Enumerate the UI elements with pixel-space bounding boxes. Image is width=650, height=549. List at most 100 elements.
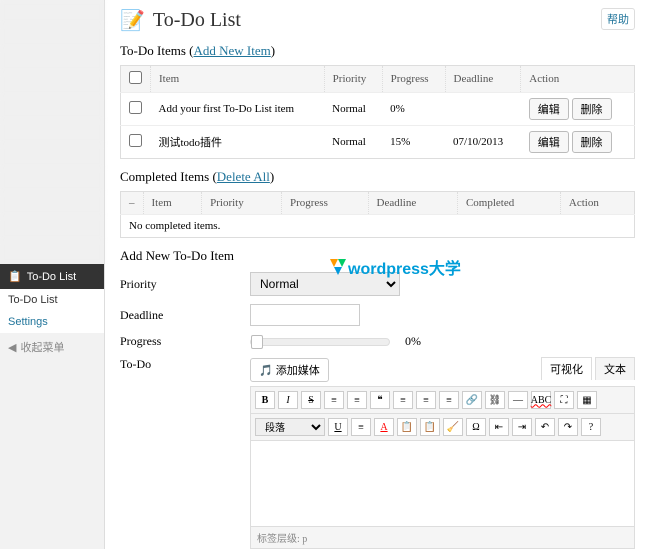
align-right-button[interactable]: ≡	[439, 391, 459, 409]
unlink-button[interactable]: ⛓	[485, 391, 505, 409]
table-header-row: Item Priority Progress Deadline Action	[121, 66, 635, 93]
redo-button[interactable]: ↷	[558, 418, 578, 436]
col-item: Item	[143, 192, 202, 215]
table-row: Add your first To-Do List item Normal 0%…	[121, 93, 635, 126]
completed-items-table: – Item Priority Progress Deadline Comple…	[120, 191, 635, 238]
toggle-toolbar-button[interactable]: ▦	[577, 391, 597, 409]
spellcheck-button[interactable]: ABC	[531, 391, 551, 409]
underline-button[interactable]: U	[328, 418, 348, 436]
clear-format-button[interactable]: 🧹	[443, 418, 463, 436]
completed-items-heading: Completed Items (Delete All)	[120, 169, 635, 185]
col-progress: Progress	[281, 192, 368, 215]
notepad-icon: 📝	[120, 8, 145, 33]
row-checkbox[interactable]	[129, 101, 142, 114]
cell-item: Add your first To-Do List item	[151, 93, 325, 126]
sidebar-item-blur[interactable]	[0, 240, 104, 264]
col-action: Action	[521, 66, 635, 93]
sidebar-collapse[interactable]: ◀ 收起菜单	[0, 333, 104, 361]
sidebar-item-blur[interactable]	[0, 192, 104, 216]
progress-label: Progress	[120, 334, 250, 349]
cell-progress: 15%	[382, 126, 445, 159]
link-button[interactable]: 🔗	[462, 391, 482, 409]
progress-value: 0%	[405, 334, 421, 349]
outdent-button[interactable]: ⇤	[489, 418, 509, 436]
delete-button[interactable]: 删除	[572, 131, 612, 153]
help-button[interactable]: 帮助	[601, 8, 635, 30]
collapse-icon: ◀	[8, 341, 16, 354]
sidebar-item-blur[interactable]	[0, 48, 104, 72]
sidebar-sub-todolist[interactable]: To-Do List	[0, 289, 104, 311]
col-deadline[interactable]: Deadline	[445, 66, 521, 93]
sidebar-item-blur[interactable]	[0, 72, 104, 96]
page-title: 📝 To-Do List	[120, 8, 601, 33]
undo-button[interactable]: ↶	[535, 418, 555, 436]
justify-button[interactable]: ≡	[351, 418, 371, 436]
collapse-label: 收起菜单	[20, 339, 64, 355]
slider-handle[interactable]	[251, 335, 263, 349]
tab-text[interactable]: 文本	[595, 357, 635, 380]
cell-progress: 0%	[382, 93, 445, 126]
todo-items-heading: To-Do Items (Add New Item)	[120, 43, 635, 59]
paste-word-button[interactable]: 📋	[420, 418, 440, 436]
deadline-label: Deadline	[120, 308, 250, 323]
align-center-button[interactable]: ≡	[416, 391, 436, 409]
delete-all-link[interactable]: Delete All	[217, 169, 270, 184]
progress-slider[interactable]	[250, 338, 390, 346]
sidebar-item-blur[interactable]	[0, 120, 104, 144]
sidebar-sub-settings[interactable]: Settings	[0, 311, 104, 333]
align-left-button[interactable]: ≡	[393, 391, 413, 409]
ul-button[interactable]: ≡	[324, 391, 344, 409]
edit-button[interactable]: 编辑	[529, 131, 569, 153]
sidebar-item-blur[interactable]	[0, 24, 104, 48]
ol-button[interactable]: ≡	[347, 391, 367, 409]
help-icon-button[interactable]: ?	[581, 418, 601, 436]
table-header-row: – Item Priority Progress Deadline Comple…	[121, 192, 635, 215]
more-button[interactable]: —	[508, 391, 528, 409]
editor-status: 标签层级: p	[251, 526, 634, 548]
row-checkbox[interactable]	[129, 134, 142, 147]
fullscreen-button[interactable]: ⛶	[554, 391, 574, 409]
priority-select[interactable]: Normal	[250, 272, 400, 296]
priority-label: Priority	[120, 277, 250, 292]
editor-body[interactable]	[251, 441, 634, 526]
format-select[interactable]: 段落	[255, 418, 325, 436]
col-progress[interactable]: Progress	[382, 66, 445, 93]
cell-priority: Normal	[324, 126, 382, 159]
textcolor-button[interactable]: A	[374, 418, 394, 436]
paste-text-button[interactable]: 📋	[397, 418, 417, 436]
editor-toolbar: B I S ≡ ≡ ❝ ≡ ≡ ≡ 🔗 ⛓ — ABC ⛶ ▦	[251, 387, 634, 414]
sidebar-active-label: To-Do List	[27, 271, 77, 283]
sidebar-item-blur[interactable]	[0, 144, 104, 168]
sidebar-item-blur[interactable]	[0, 96, 104, 120]
col-priority[interactable]: Priority	[324, 66, 382, 93]
quote-button[interactable]: ❝	[370, 391, 390, 409]
italic-button[interactable]: I	[278, 391, 298, 409]
select-all-checkbox[interactable]	[129, 71, 142, 84]
todo-items-table: Item Priority Progress Deadline Action A…	[120, 65, 635, 159]
strike-button[interactable]: S	[301, 391, 321, 409]
bold-button[interactable]: B	[255, 391, 275, 409]
no-completed-text: No completed items.	[121, 215, 635, 238]
col-item[interactable]: Item	[151, 66, 325, 93]
admin-sidebar: 📋 To-Do List To-Do List Settings ◀ 收起菜单	[0, 0, 105, 549]
col-action: Action	[560, 192, 634, 215]
delete-button[interactable]: 删除	[572, 98, 612, 120]
tab-visual[interactable]: 可视化	[541, 357, 592, 380]
sidebar-item-todo-active[interactable]: 📋 To-Do List	[0, 264, 104, 289]
charmap-button[interactable]: Ω	[466, 418, 486, 436]
edit-button[interactable]: 编辑	[529, 98, 569, 120]
cell-deadline	[445, 93, 521, 126]
add-media-button[interactable]: 🎵 添加媒体	[250, 358, 329, 382]
cell-item: 测试todo插件	[151, 126, 325, 159]
add-new-item-link[interactable]: Add New Item	[193, 43, 270, 58]
deadline-input[interactable]	[250, 304, 360, 326]
sidebar-item-blur[interactable]	[0, 168, 104, 192]
main-content: 帮助 📝 To-Do List To-Do Items (Add New Ite…	[105, 0, 650, 549]
table-row: 测试todo插件 Normal 15% 07/10/2013 编辑 删除	[121, 126, 635, 159]
indent-button[interactable]: ⇥	[512, 418, 532, 436]
rich-editor: B I S ≡ ≡ ❝ ≡ ≡ ≡ 🔗 ⛓ — ABC ⛶ ▦	[250, 386, 635, 549]
todo-label: To-Do	[120, 357, 250, 372]
sidebar-item-blur[interactable]	[0, 216, 104, 240]
cell-priority: Normal	[324, 93, 382, 126]
sidebar-item-blur[interactable]	[0, 0, 104, 24]
